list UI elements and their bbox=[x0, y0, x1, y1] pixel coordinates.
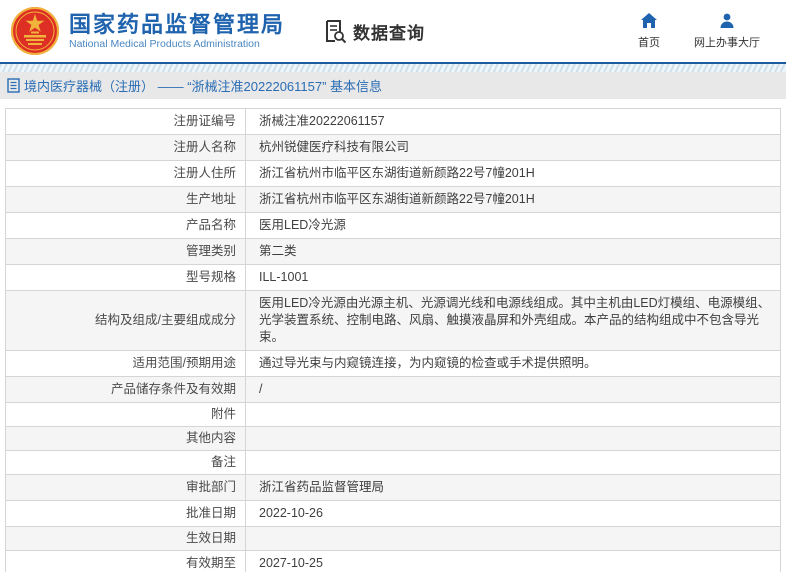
document-search-icon bbox=[326, 20, 347, 43]
user-icon bbox=[720, 13, 734, 28]
row-value bbox=[246, 407, 780, 422]
online-service-hall-label: 网上办事大厅 bbox=[694, 37, 760, 49]
home-icon bbox=[641, 13, 657, 28]
home-link[interactable]: 首页 bbox=[638, 12, 660, 50]
row-value: / bbox=[259, 382, 263, 396]
breadcrumb-text: 境内医疗器械（注册） —— “浙械注准20222061157” 基本信息 bbox=[24, 79, 383, 94]
row-value bbox=[246, 531, 780, 546]
table-row: 附件 bbox=[6, 403, 780, 427]
row-value: 医用LED冷光源 bbox=[259, 218, 346, 232]
header: 国家药品监督管理局 National Medical Products Admi… bbox=[0, 0, 786, 62]
row-label: 附件 bbox=[6, 403, 246, 426]
row-value: 浙械注准20222061157 bbox=[259, 114, 385, 128]
table-row: 注册证编号 浙械注准20222061157 bbox=[6, 109, 780, 135]
row-value: 2027-10-25 bbox=[259, 556, 323, 570]
row-value: 2022-10-26 bbox=[259, 506, 323, 520]
table-row: 型号规格 ILL-1001 bbox=[6, 265, 780, 291]
table-row: 管理类别 第二类 bbox=[6, 239, 780, 265]
row-label: 其他内容 bbox=[6, 427, 246, 450]
table-row: 批准日期 2022-10-26 bbox=[6, 501, 780, 527]
row-label: 管理类别 bbox=[6, 239, 246, 264]
row-value: 医用LED冷光源由光源主机、光源调光线和电源线组成。其中主机由LED灯模组、电源… bbox=[259, 296, 771, 344]
header-nav: 首页 网上办事大厅 bbox=[638, 12, 786, 50]
row-label: 型号规格 bbox=[6, 265, 246, 290]
row-value: 浙江省杭州市临平区东湖街道新颜路22号7幢201H bbox=[259, 192, 535, 206]
table-row: 注册人名称 杭州锐健医疗科技有限公司 bbox=[6, 135, 780, 161]
row-label: 产品储存条件及有效期 bbox=[6, 377, 246, 402]
row-label: 批准日期 bbox=[6, 501, 246, 526]
row-label: 产品名称 bbox=[6, 213, 246, 238]
row-value: 杭州锐健医疗科技有限公司 bbox=[259, 140, 410, 154]
online-service-hall-link[interactable]: 网上办事大厅 bbox=[694, 12, 760, 50]
row-value: 第二类 bbox=[259, 244, 297, 258]
row-value: ILL-1001 bbox=[259, 270, 309, 284]
table-row: 生效日期 bbox=[6, 527, 780, 551]
data-query-nav[interactable]: 数据查询 bbox=[323, 19, 425, 44]
row-label: 有效期至 bbox=[6, 551, 246, 572]
row-label: 结构及组成/主要组成成分 bbox=[6, 291, 246, 350]
document-icon bbox=[7, 78, 20, 93]
site-logo[interactable]: 国家药品监督管理局 National Medical Products Admi… bbox=[10, 6, 285, 56]
row-value bbox=[246, 431, 780, 446]
table-row: 产品储存条件及有效期 / bbox=[6, 377, 780, 403]
row-label: 审批部门 bbox=[6, 475, 246, 500]
table-row: 适用范围/预期用途 通过导光束与内窥镜连接，为内窥镜的检查或手术提供照明。 bbox=[6, 351, 780, 377]
home-link-label: 首页 bbox=[638, 37, 660, 49]
table-row: 产品名称 医用LED冷光源 bbox=[6, 213, 780, 239]
row-value bbox=[246, 455, 780, 470]
data-query-label: 数据查询 bbox=[353, 23, 426, 43]
row-label: 注册人名称 bbox=[6, 135, 246, 160]
row-label: 备注 bbox=[6, 451, 246, 474]
table-row: 结构及组成/主要组成成分 医用LED冷光源由光源主机、光源调光线和电源线组成。其中… bbox=[6, 291, 780, 351]
table-row: 注册人住所 浙江省杭州市临平区东湖街道新颜路22号7幢201H bbox=[6, 161, 780, 187]
row-value: 浙江省药品监督管理局 bbox=[259, 480, 385, 494]
row-label: 生产地址 bbox=[6, 187, 246, 212]
table-row: 其他内容 bbox=[6, 427, 780, 451]
row-value: 通过导光束与内窥镜连接，为内窥镜的检查或手术提供照明。 bbox=[259, 356, 597, 370]
table-row: 审批部门 浙江省药品监督管理局 bbox=[6, 475, 780, 501]
registration-info-table: 注册证编号 浙械注准20222061157 注册人名称 杭州锐健医疗科技有限公司 注… bbox=[5, 108, 781, 572]
site-title: 国家药品监督管理局 National Medical Products Admi… bbox=[69, 12, 285, 51]
table-row: 有效期至 2027-10-25 bbox=[6, 551, 780, 572]
national-emblem-icon bbox=[11, 7, 59, 55]
row-label: 生效日期 bbox=[6, 527, 246, 550]
site-title-en: National Medical Products Administration bbox=[69, 37, 260, 50]
row-label: 注册证编号 bbox=[6, 109, 246, 134]
site-title-cn: 国家药品监督管理局 bbox=[69, 11, 286, 37]
row-value: 浙江省杭州市临平区东湖街道新颜路22号7幢201H bbox=[259, 166, 535, 180]
row-label: 适用范围/预期用途 bbox=[6, 351, 246, 376]
row-label: 注册人住所 bbox=[6, 161, 246, 186]
breadcrumb: 境内医疗器械（注册） —— “浙械注准20222061157” 基本信息 bbox=[0, 72, 786, 99]
header-divider-stripe bbox=[0, 62, 786, 72]
table-row: 生产地址 浙江省杭州市临平区东湖街道新颜路22号7幢201H bbox=[6, 187, 780, 213]
table-row: 备注 bbox=[6, 451, 780, 475]
